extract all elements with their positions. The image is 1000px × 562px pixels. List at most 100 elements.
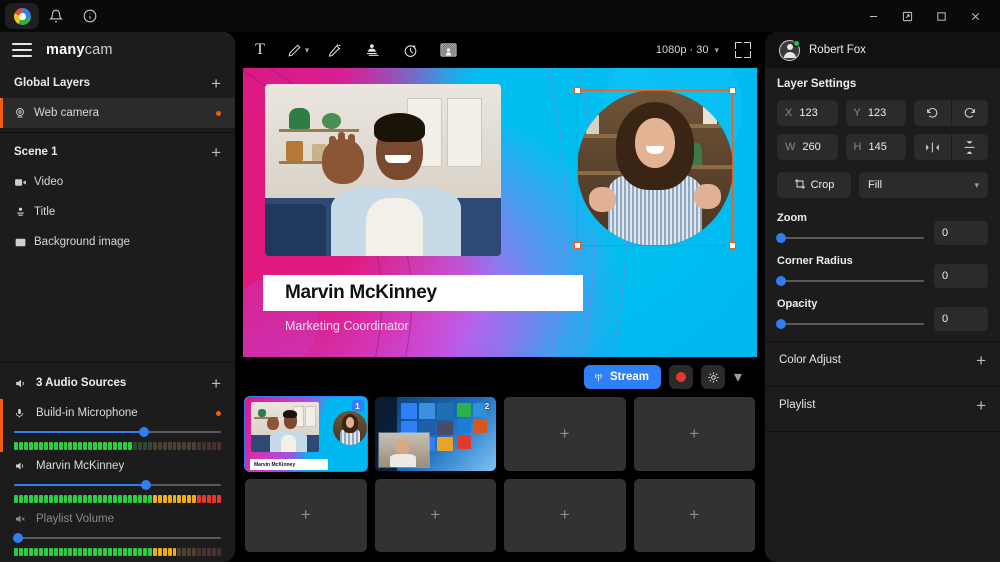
live-preview-canvas[interactable]: Marvin McKinney Marketing Coordinator: [243, 68, 757, 357]
volume-slider-build-in-microphone[interactable]: [14, 425, 221, 439]
settings-gear-icon[interactable]: [701, 365, 725, 389]
record-button[interactable]: [669, 365, 693, 389]
x-value: 123: [799, 107, 817, 119]
masks-tool-icon[interactable]: [359, 37, 385, 63]
scene-number-badge: 2: [481, 400, 493, 412]
audio-source-row: Build-in Microphone: [14, 403, 221, 423]
chevron-down-icon[interactable]: ▾: [974, 180, 979, 191]
selection-bounding-box[interactable]: [577, 90, 733, 246]
add-scene-layer-button[interactable]: +: [211, 144, 221, 161]
audio-source-marvin-mckinney[interactable]: Marvin McKinney: [0, 452, 235, 505]
y-position-field[interactable]: Y 123: [846, 100, 907, 126]
online-status-dot: [793, 40, 800, 47]
playlist-add-button[interactable]: +: [976, 397, 986, 414]
toolbar-right: 1080p · 30 ▾: [656, 40, 753, 60]
scene-thumbnail-8-add[interactable]: +: [634, 479, 756, 553]
sidebar-item-background-image[interactable]: Background image: [0, 227, 235, 257]
bell-icon[interactable]: [39, 0, 73, 32]
volume-slider-playlist[interactable]: [14, 531, 221, 545]
right-panel-divider-3: [765, 431, 1000, 432]
fit-mode-value: Fill: [868, 179, 882, 191]
audio-source-build-in-microphone[interactable]: Build-in Microphone: [0, 399, 235, 452]
h-label: H: [854, 141, 862, 153]
volume-slider-marvin-mckinney[interactable]: [14, 478, 221, 492]
fit-mode-select[interactable]: Fill ▾: [859, 172, 988, 198]
scene-thumbnail-3-add[interactable]: +: [504, 397, 626, 471]
resolution-dropdown[interactable]: 1080p · 30 ▾: [656, 44, 719, 56]
hamburger-menu-icon[interactable]: [12, 43, 32, 57]
effects-tool-icon[interactable]: [321, 37, 347, 63]
manycam-app-window: manycam Global Layers + Web camera Scene…: [0, 0, 1000, 562]
draw-tool-icon[interactable]: ▾: [285, 37, 311, 63]
audio-sources-header: 3 Audio Sources +: [0, 367, 235, 399]
scene-thumbnail-1[interactable]: Marvin McKinney 1: [245, 397, 367, 471]
width-field[interactable]: W 260: [777, 134, 838, 160]
sidebar-item-web-camera[interactable]: Web camera: [0, 98, 235, 128]
rotate-left-icon[interactable]: [914, 100, 951, 126]
chevron-down-icon[interactable]: ▾: [305, 45, 310, 56]
scene-thumbnail-5-add[interactable]: +: [245, 479, 367, 553]
sidebar-divider: [0, 132, 235, 133]
color-adjust-add-button[interactable]: +: [976, 352, 986, 369]
playlist-accordion[interactable]: Playlist +: [765, 387, 1000, 423]
scene-1-nameplate: Marvin McKinney: [250, 459, 328, 470]
presenter-name: Marvin McKinney: [285, 282, 437, 304]
zoom-value-input[interactable]: 0: [934, 221, 988, 245]
zoom-label: Zoom: [777, 212, 924, 224]
flip-vertical-icon[interactable]: [951, 134, 989, 160]
size-fields-row: W 260 H 145: [777, 134, 988, 160]
resize-handle-bottom-left[interactable]: [574, 242, 581, 249]
x-position-field[interactable]: X 123: [777, 100, 838, 126]
text-tool-icon[interactable]: T: [247, 37, 273, 63]
w-value: 260: [802, 141, 820, 153]
scene-thumbnail-2[interactable]: 2: [375, 397, 497, 471]
chroma-key-tool-icon[interactable]: [435, 37, 461, 63]
chevron-down-icon[interactable]: ▾: [714, 45, 719, 56]
timer-tool-icon[interactable]: [397, 37, 423, 63]
add-scene-icon: +: [689, 505, 699, 525]
resolution-label: 1080p · 30: [656, 44, 709, 56]
video-layer-presenter[interactable]: [265, 84, 501, 256]
add-global-layer-button[interactable]: +: [211, 75, 221, 92]
scene-thumbnail-4-add[interactable]: +: [634, 397, 756, 471]
crop-button[interactable]: Crop: [777, 172, 851, 198]
webcam-icon: [14, 107, 34, 119]
resize-handle-top-left[interactable]: [574, 87, 581, 94]
add-audio-source-button[interactable]: +: [211, 375, 221, 392]
user-avatar: [779, 40, 800, 61]
popout-icon[interactable]: [890, 0, 924, 32]
audio-active-dot: [216, 411, 221, 416]
app-logo-button[interactable]: [5, 3, 39, 29]
info-icon[interactable]: [73, 0, 107, 32]
opacity-slider[interactable]: [777, 317, 924, 331]
audio-source-playlist-volume[interactable]: Playlist Volume: [0, 505, 235, 558]
app-brand-name: manycam: [46, 42, 113, 58]
minimize-icon[interactable]: [856, 0, 890, 32]
flip-horizontal-icon[interactable]: [914, 134, 951, 160]
resize-handle-bottom-right[interactable]: [729, 242, 736, 249]
height-field[interactable]: H 145: [846, 134, 907, 160]
user-account-row[interactable]: Robert Fox: [765, 32, 1000, 68]
title-layer-nameplate[interactable]: Marvin McKinney: [263, 275, 583, 311]
maximize-icon[interactable]: [924, 0, 958, 32]
scene-thumbnail-7-add[interactable]: +: [504, 479, 626, 553]
flip-buttons: [914, 134, 988, 160]
corner-radius-value-input[interactable]: 0: [934, 264, 988, 288]
resize-handle-top-right[interactable]: [729, 87, 736, 94]
speaker-mute-icon: [14, 513, 36, 525]
sidebar-item-title[interactable]: Title: [0, 197, 235, 227]
y-value: 123: [868, 107, 886, 119]
fullscreen-icon[interactable]: [733, 40, 753, 60]
broadcast-more-chevron-down-icon[interactable]: ▾: [729, 367, 747, 387]
zoom-slider[interactable]: [777, 231, 924, 245]
opacity-value-input[interactable]: 0: [934, 307, 988, 331]
corner-radius-slider[interactable]: [777, 274, 924, 288]
sidebar-item-video[interactable]: Video: [0, 167, 235, 197]
sidebar-item-label: Title: [34, 206, 221, 218]
rotate-right-icon[interactable]: [951, 100, 989, 126]
scene-thumbnail-6-add[interactable]: +: [375, 479, 497, 553]
stream-button[interactable]: Stream: [584, 365, 661, 389]
color-adjust-accordion[interactable]: Color Adjust +: [765, 342, 1000, 378]
opacity-label: Opacity: [777, 298, 924, 310]
close-icon[interactable]: [958, 0, 992, 32]
